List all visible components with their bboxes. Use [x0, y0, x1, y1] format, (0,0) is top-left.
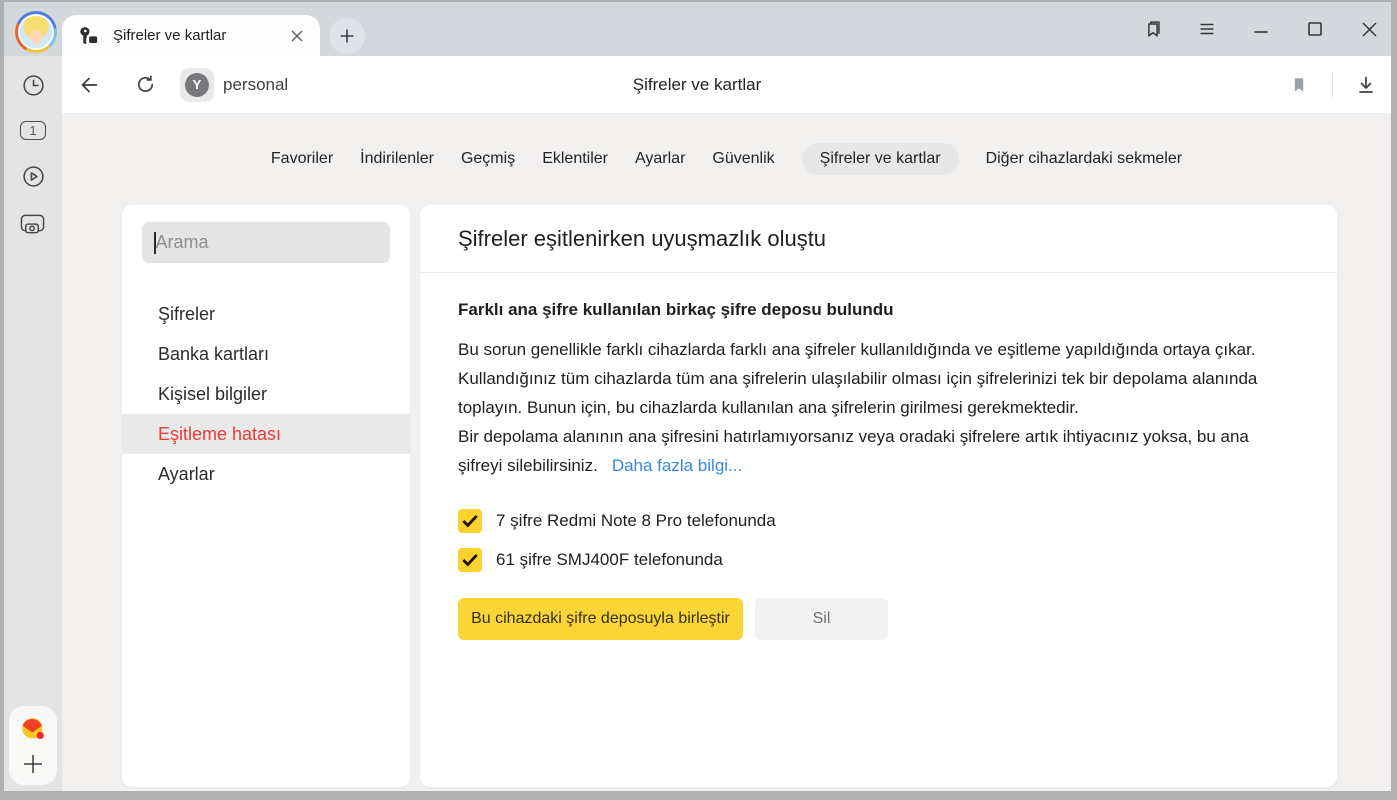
toolbar-right [1284, 70, 1381, 100]
settings-nav: Favoriler İndirilenler Geçmiş Eklentiler… [62, 113, 1391, 205]
passwords-sidebar: Şifreler Banka kartları Kişisel bilgiler… [122, 205, 410, 787]
check-icon [462, 553, 478, 567]
maximize-icon[interactable] [1303, 17, 1327, 41]
panels: Şifreler Banka kartları Kişisel bilgiler… [62, 205, 1391, 791]
search-box[interactable] [142, 222, 390, 263]
right-column: Y personal Şifreler ve kartlar [62, 56, 1391, 791]
new-tab-button[interactable] [329, 18, 365, 54]
sidebar-item-kisisel-bilgiler[interactable]: Kişisel bilgiler [122, 374, 410, 414]
sidebar-item-esitleme-hatasi[interactable]: Eşitleme hatası [122, 414, 410, 454]
vault-label: 61 şifre SMJ400F telefonunda [496, 550, 723, 570]
sync-conflict-panel: Şifreler eşitlenirken uyuşmazlık oluştu … [420, 205, 1337, 787]
rail-bottom-dock [9, 706, 57, 785]
search-input[interactable] [156, 232, 388, 253]
close-window-icon[interactable] [1357, 17, 1381, 41]
nav-tab-guvenlik[interactable]: Güvenlik [712, 143, 774, 175]
plus-icon [339, 28, 355, 44]
yandex-id-icon: Y [180, 68, 214, 102]
history-clock-icon[interactable] [20, 72, 46, 98]
back-icon[interactable] [74, 70, 104, 100]
passwords-key-icon [77, 25, 99, 47]
merge-button[interactable]: Bu cihazdaki şifre deposuyla birleştir [458, 598, 743, 640]
downloads-icon[interactable] [1351, 70, 1381, 100]
sidebar-item-ayarlar[interactable]: Ayarlar [122, 454, 410, 494]
site-identity-chip[interactable]: Y personal [180, 68, 288, 102]
panel-header: Şifreler eşitlenirken uyuşmazlık oluştu [420, 205, 1337, 273]
vault-label: 7 şifre Redmi Note 8 Pro telefonunda [496, 511, 776, 531]
conflict-subtitle: Farklı ana şifre kullanılan birkaç şifre… [458, 300, 1281, 320]
avatar-image [18, 14, 54, 50]
minimize-icon[interactable] [1249, 17, 1273, 41]
nav-tab-gecmis[interactable]: Geçmiş [461, 143, 515, 175]
nav-tab-eklentiler[interactable]: Eklentiler [542, 143, 608, 175]
nav-tab-favoriler[interactable]: Favoriler [271, 143, 333, 175]
profile-avatar[interactable] [15, 11, 57, 53]
tab-title: Şifreler ve kartlar [113, 27, 226, 44]
browser-tab[interactable]: Şifreler ve kartlar [62, 15, 320, 56]
yandex-mail-icon[interactable] [20, 716, 46, 742]
close-tab-icon[interactable] [286, 25, 308, 47]
profile-name: personal [223, 75, 288, 95]
vault-list: 7 şifre Redmi Note 8 Pro telefonunda 61 … [458, 509, 1281, 572]
screenshot-camera-icon[interactable] [20, 212, 46, 238]
address-bar-page-title[interactable]: Şifreler ve kartlar [562, 75, 832, 95]
browser-window: Şifreler ve kartlar [4, 2, 1391, 791]
panel-body: Farklı ana şifre kullanılan birkaç şifre… [420, 273, 1337, 640]
more-info-link[interactable]: Daha fazla bilgi... [612, 456, 742, 475]
sidebar-menu: Şifreler Banka kartları Kişisel bilgiler… [122, 294, 410, 494]
toolbar-divider [1332, 73, 1333, 97]
menu-icon[interactable] [1195, 17, 1219, 41]
page-title: Şifreler eşitlenirken uyuşmazlık oluştu [458, 226, 826, 252]
check-icon [462, 514, 478, 528]
bookmark-icon[interactable] [1284, 70, 1314, 100]
sidebar-item-sifreler[interactable]: Şifreler [122, 294, 410, 334]
sidebar-item-banka-kartlari[interactable]: Banka kartları [122, 334, 410, 374]
reload-icon[interactable] [130, 70, 160, 100]
vault-row[interactable]: 61 şifre SMJ400F telefonunda [458, 548, 1281, 572]
conflict-paragraph: Bir depolama alanının ana şifresini hatı… [458, 422, 1281, 480]
settings-page: Favoriler İndirilenler Geçmiş Eklentiler… [62, 113, 1391, 791]
window-controls [1141, 11, 1381, 47]
tab-bar: Şifreler ve kartlar [4, 2, 1391, 56]
conflict-paragraph: Kullandığınız tüm cihazlarda tüm ana şif… [458, 364, 1281, 422]
collections-icon[interactable] [1141, 17, 1165, 41]
nav-tab-diger-cihazlar[interactable]: Diğer cihazlardaki sekmeler [986, 143, 1183, 175]
tab-counter[interactable]: 1 [20, 121, 46, 140]
checkbox-checked[interactable] [458, 548, 482, 572]
nav-tab-indirilenler[interactable]: İndirilenler [360, 143, 434, 175]
add-panel-icon[interactable] [20, 751, 46, 777]
body-row: 1 [4, 56, 1391, 791]
delete-button[interactable]: Sil [755, 598, 888, 640]
conflict-paragraph: Bu sorun genellikle farklı cihazlarda fa… [458, 335, 1281, 364]
video-play-icon[interactable] [20, 163, 46, 189]
toolbar: Y personal Şifreler ve kartlar [62, 56, 1391, 113]
side-rail: 1 [4, 56, 62, 791]
vault-row[interactable]: 7 şifre Redmi Note 8 Pro telefonunda [458, 509, 1281, 533]
nav-tab-ayarlar[interactable]: Ayarlar [635, 143, 685, 175]
checkbox-checked[interactable] [458, 509, 482, 533]
nav-tab-sifreler-ve-kartlar[interactable]: Şifreler ve kartlar [802, 143, 959, 175]
action-buttons: Bu cihazdaki şifre deposuyla birleştir S… [458, 598, 1281, 640]
